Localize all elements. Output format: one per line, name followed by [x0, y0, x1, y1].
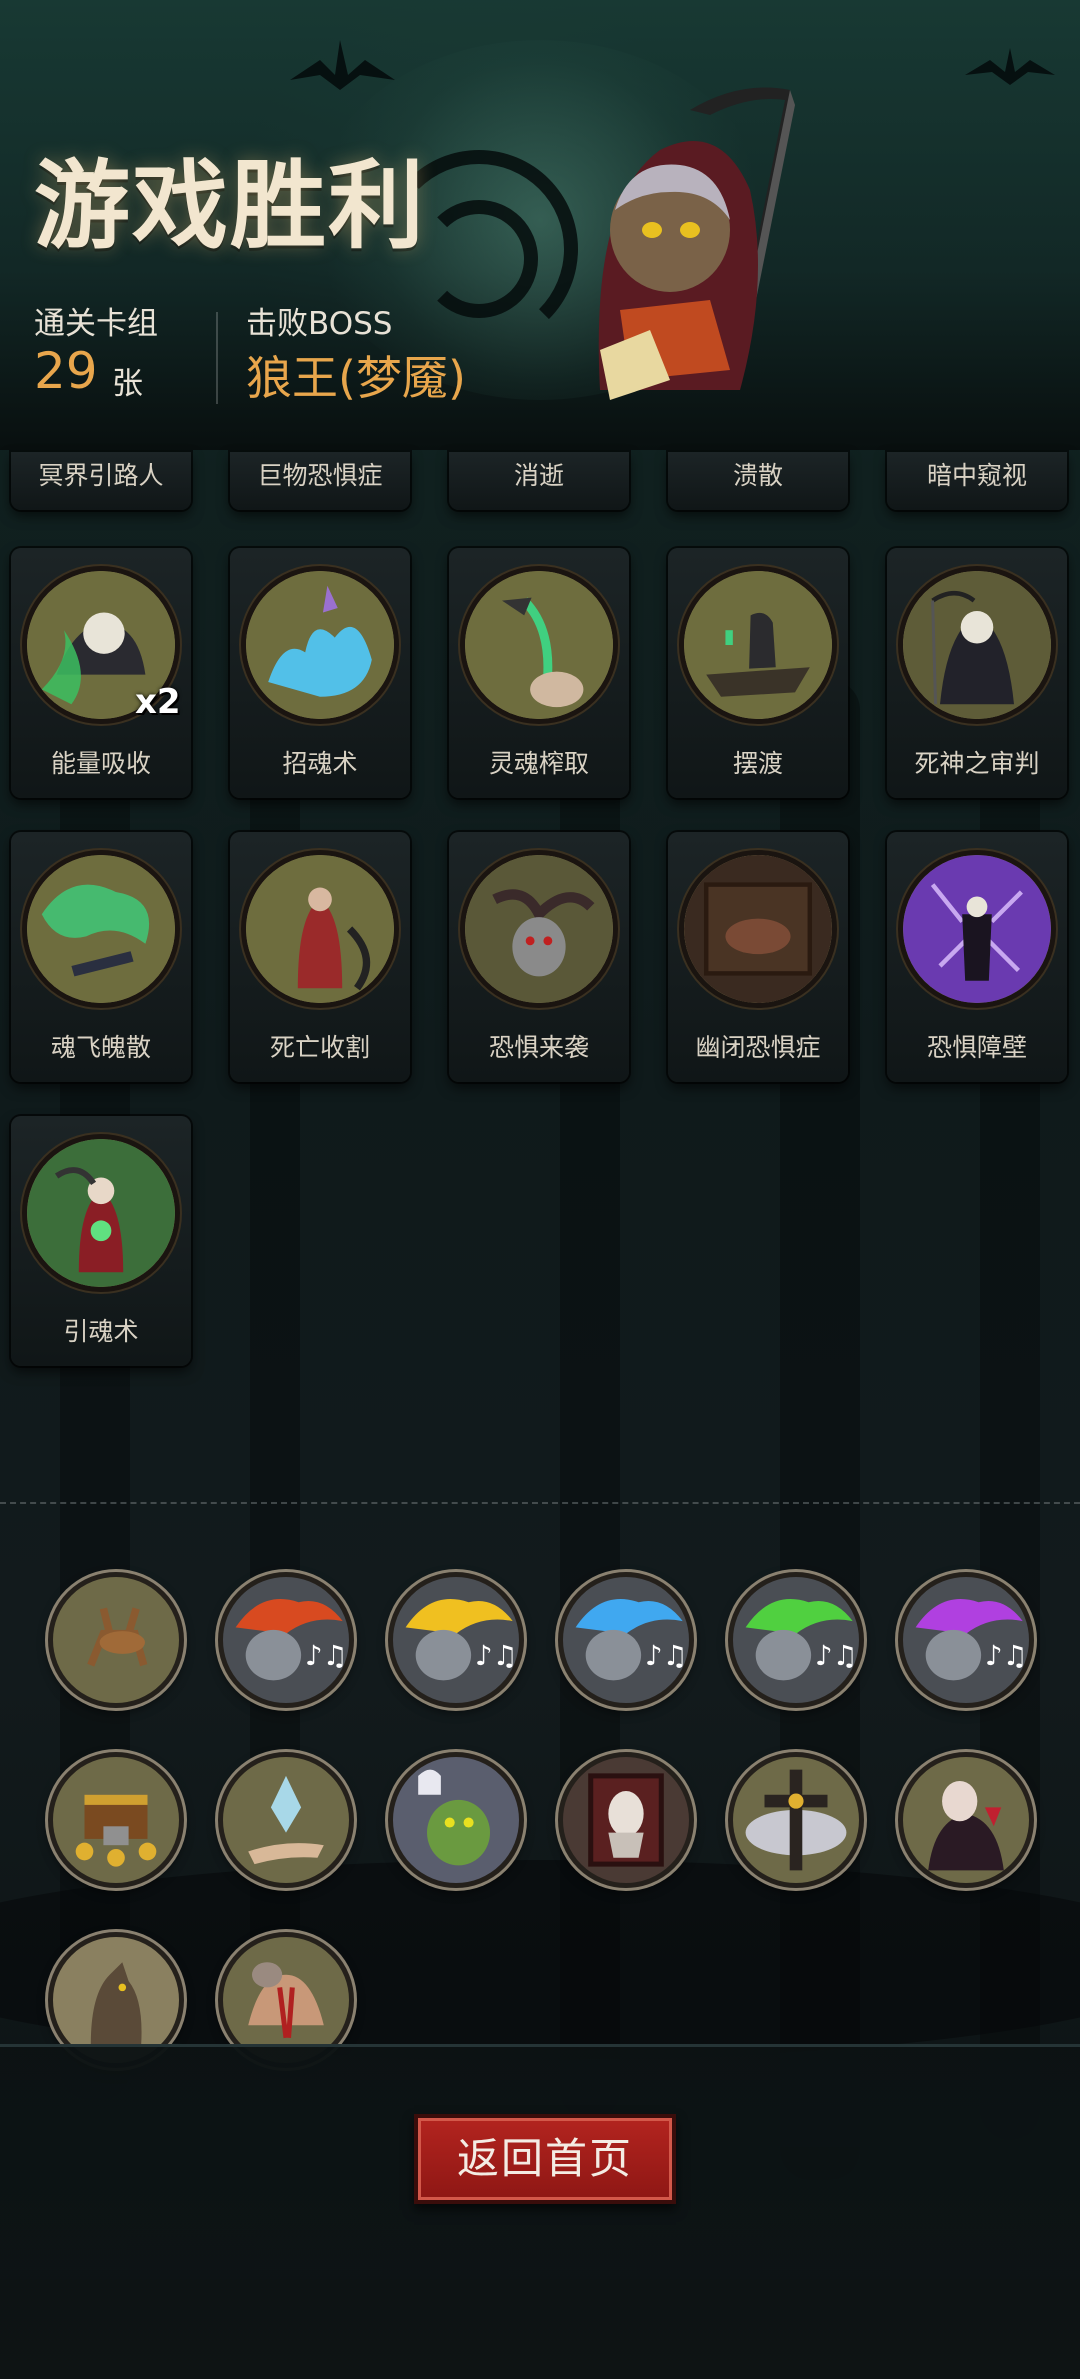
blue-spirits-icon [241, 566, 399, 724]
return-home-button[interactable]: 返回首页 [414, 2114, 676, 2204]
card-name: 灵魂榨取 [488, 749, 589, 778]
red-flame-skull-icon[interactable]: ♪♫ [218, 1572, 354, 1708]
card-name: 摆渡 [732, 749, 783, 778]
card-count-badge: x2 [135, 682, 181, 722]
vampire-icon[interactable] [898, 1752, 1034, 1888]
card-energy-absorb[interactable]: x2 能量吸收 [11, 548, 191, 798]
card-death-harvest[interactable]: 死亡收割 [230, 832, 410, 1082]
svg-text:♪♫: ♪♫ [305, 1639, 348, 1672]
deck-count: 29 [34, 342, 98, 400]
green-ghost-icon [22, 850, 180, 1008]
bottom-bar [0, 2044, 1080, 2379]
svg-text:♪♫: ♪♫ [645, 1639, 688, 1672]
death-judgment-icon [898, 566, 1056, 724]
crystal-hand-icon[interactable] [218, 1752, 354, 1888]
svg-text:♪♫: ♪♫ [985, 1639, 1028, 1672]
card-partial-3[interactable]: 消逝 [449, 452, 629, 510]
card-name: 魂飞魄散 [50, 1033, 151, 1062]
card-name: 溃散 [732, 461, 783, 490]
deer-icon[interactable] [48, 1572, 184, 1708]
card-name: 死神之审判 [914, 749, 1040, 778]
card-claustrophobia[interactable]: 幽闭恐惧症 [668, 832, 848, 1082]
card-soul-lead[interactable]: 引魂术 [11, 1116, 191, 1366]
coffin-icon[interactable] [558, 1752, 694, 1888]
section-divider [0, 1502, 1080, 1504]
treasure-chest-icon[interactable] [48, 1752, 184, 1888]
card-summon-soul[interactable]: 招魂术 [230, 548, 410, 798]
card-ferry[interactable]: 摆渡 [668, 548, 848, 798]
deck-unit: 张 [112, 366, 143, 402]
card-partial-4[interactable]: 溃散 [668, 452, 848, 510]
card-name: 恐惧障壁 [926, 1033, 1027, 1062]
card-name: 死亡收割 [269, 1033, 370, 1062]
card-name: 巨物恐惧症 [257, 461, 383, 490]
bat-icon [290, 40, 395, 90]
boss-name: 狼王(梦魇) [246, 351, 466, 405]
card-partial-1[interactable]: 冥界引路人 [11, 452, 191, 510]
boss-label: 击败BOSS [246, 306, 393, 342]
red-hood-reaper-icon [241, 850, 399, 1008]
blue-flame-skull-icon[interactable]: ♪♫ [558, 1572, 694, 1708]
card-fear-barrier[interactable]: 恐惧障壁 [887, 832, 1067, 1082]
ferryman-boat-icon [679, 566, 837, 724]
coffin-creature-icon [679, 850, 837, 1008]
card-name: 暗中窥视 [926, 461, 1027, 490]
page-title: 游戏胜利 [34, 149, 426, 262]
card-name: 能量吸收 [50, 749, 151, 778]
card-soul-scatter[interactable]: 魂飞魄散 [11, 832, 191, 1082]
green-flame-skull-icon[interactable]: ♪♫ [728, 1572, 864, 1708]
card-name: 招魂术 [282, 749, 358, 778]
card-partial-5[interactable]: 暗中窥视 [887, 452, 1067, 510]
soul-guide-icon [22, 1134, 180, 1292]
card-name: 幽闭恐惧症 [695, 1033, 821, 1062]
deck-label: 通关卡组 [34, 306, 158, 342]
card-name: 引魂术 [63, 1317, 139, 1346]
card-soul-squeeze[interactable]: 灵魂榨取 [449, 548, 629, 798]
bat-icon-2 [965, 48, 1055, 85]
card-partial-2[interactable]: 巨物恐惧症 [230, 452, 410, 510]
fear-monster-icon [460, 850, 618, 1008]
victory-header: 游戏胜利 通关卡组 29 张 击败BOSS 狼王(梦魇) [0, 0, 1080, 450]
ghost-monster-icon[interactable] [388, 1752, 524, 1888]
purple-flame-skull-icon[interactable]: ♪♫ [898, 1572, 1034, 1708]
svg-text:♪♫: ♪♫ [815, 1639, 858, 1672]
purple-skeleton-icon [898, 850, 1056, 1008]
golden-cross-icon[interactable] [728, 1752, 864, 1888]
header-divider [216, 312, 218, 404]
svg-text:♪♫: ♪♫ [475, 1639, 518, 1672]
card-name: 消逝 [513, 461, 564, 490]
soul-extract-icon [460, 566, 618, 724]
card-name: 冥界引路人 [38, 461, 164, 490]
reaper-character-icon [598, 87, 795, 400]
yellow-flame-skull-icon[interactable]: ♪♫ [388, 1572, 524, 1708]
card-fear-strike[interactable]: 恐惧来袭 [449, 832, 629, 1082]
card-name: 恐惧来袭 [488, 1033, 589, 1062]
card-reaper-judgment[interactable]: 死神之审判 [887, 548, 1067, 798]
